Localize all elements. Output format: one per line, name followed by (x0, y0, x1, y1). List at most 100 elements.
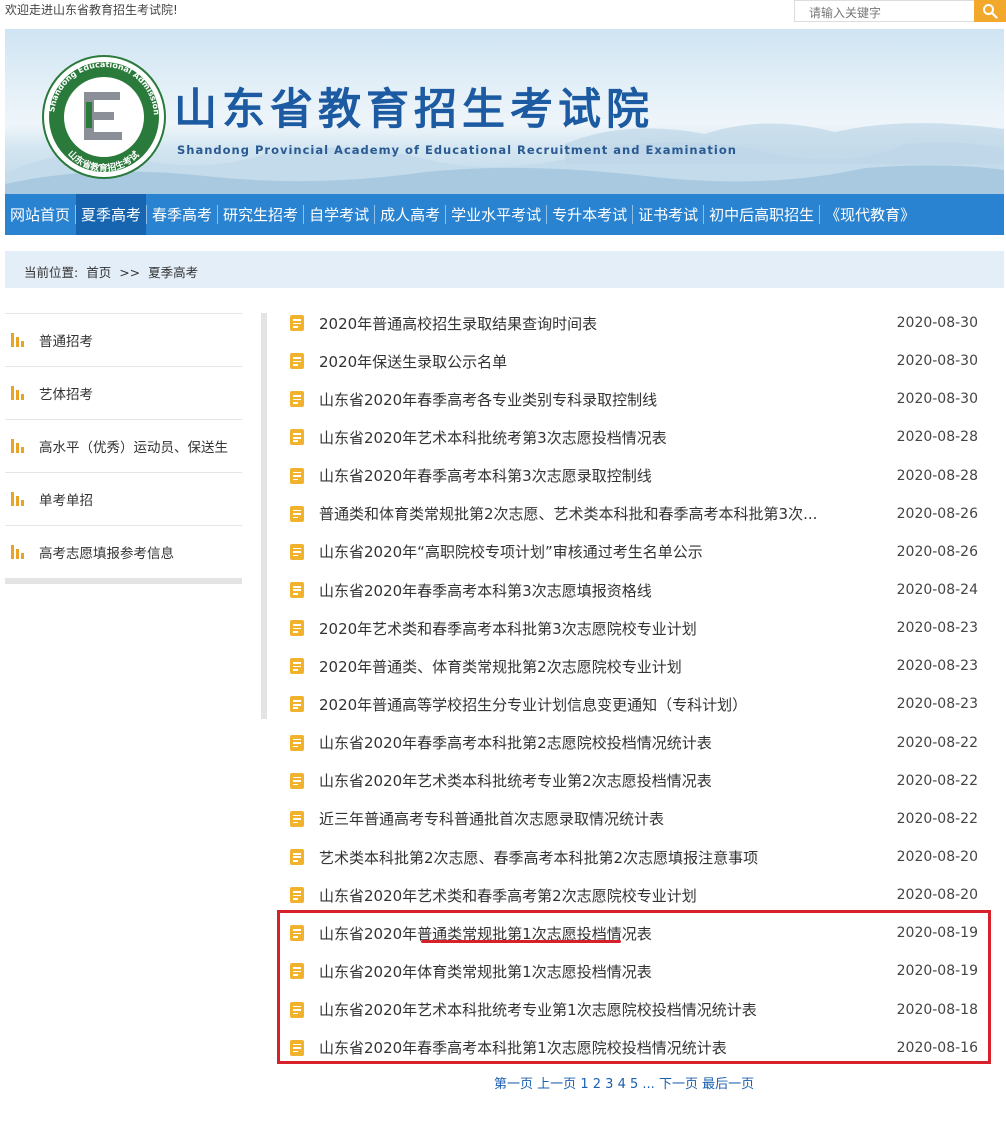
list-item[interactable]: 2020年保送生录取公示名单 2020-08-30 (279, 342, 991, 380)
nav-item[interactable]: 网站首页 (5, 194, 75, 235)
article-list: 2020年普通高校招生录取结果查询时间表 2020-08-30 2020年保送生录取… (279, 304, 991, 1067)
list-item[interactable]: 普通类和体育类常规批第2次志愿、艺术类本科批和春季高考本科批第3次... 2020… (279, 495, 991, 533)
sidebar-item[interactable]: 高考志愿填报参考信息 (5, 525, 242, 578)
list-item-title[interactable]: 2020年普通高等学校招生分专业计划信息变更通知（专科计划） (319, 694, 747, 715)
academy-logo: Shandong Educational Admission & Examina… (41, 54, 166, 179)
highlight-underline (421, 940, 621, 943)
list-item-title[interactable]: 山东省2020年春季高考本科批第1次志愿院校投档情况统计表 (319, 1037, 727, 1058)
list-item-date: 2020-08-24 (896, 582, 978, 599)
bar-chart-icon (11, 386, 27, 400)
list-item[interactable]: 山东省2020年艺术类和春季高考第2次志愿院校专业计划 2020-08-20 (279, 876, 991, 914)
list-item[interactable]: 2020年艺术类和春季高考本科批第3次志愿院校专业计划 2020-08-23 (279, 609, 991, 647)
list-item-title[interactable]: 山东省2020年艺术类和春季高考第2次志愿院校专业计划 (319, 885, 697, 906)
document-icon (290, 925, 304, 942)
list-item[interactable]: 山东省2020年“高职院校专项计划”审核通过考生名单公示 2020-08-26 (279, 533, 991, 571)
site-subtitle: Shandong Provincial Academy of Education… (177, 143, 737, 157)
search-input[interactable]: 请输入关键字 (794, 0, 974, 22)
document-icon (290, 315, 304, 331)
pager-first[interactable]: 第一页 (494, 1077, 533, 1092)
breadcrumb-current[interactable]: 夏季高考 (148, 265, 198, 280)
list-item[interactable]: 2020年普通高等学校招生分专业计划信息变更通知（专科计划） 2020-08-23 (279, 685, 991, 723)
nav-item[interactable]: 专升本考试 (547, 194, 632, 235)
list-item[interactable]: 山东省2020年春季高考本科第3次志愿录取控制线 2020-08-28 (279, 457, 991, 495)
document-icon (290, 391, 304, 408)
welcome-text: 欢迎走进山东省教育招生考试院! (5, 3, 178, 17)
list-item[interactable]: 山东省2020年艺术类本科批统考专业第2次志愿投档情况表 2020-08-22 (279, 762, 991, 800)
list-item-title[interactable]: 普通类和体育类常规批第2次志愿、艺术类本科批和春季高考本科批第3次... (319, 503, 817, 524)
list-item[interactable]: 近三年普通高考专科普通批首次志愿录取情况统计表 2020-08-22 (279, 800, 991, 838)
pager-last[interactable]: 最后一页 (702, 1077, 754, 1092)
list-item-title[interactable]: 山东省2020年体育类常规批第1次志愿投档情况表 (319, 961, 652, 982)
list-item-title[interactable]: 山东省2020年春季高考各专业类别专科录取控制线 (319, 389, 657, 410)
site-banner: Shandong Educational Admission & Examina… (5, 29, 1004, 194)
list-item[interactable]: 山东省2020年普通类常规批第1次志愿投档情况表 2020-08-19 (279, 914, 991, 952)
nav-item[interactable]: 初中后高职招生 (704, 194, 819, 235)
document-icon (290, 581, 304, 598)
breadcrumb-home[interactable]: 首页 (86, 265, 111, 280)
list-item-title[interactable]: 2020年艺术类和春季高考本科批第3次志愿院校专业计划 (319, 618, 697, 639)
list-item-date: 2020-08-19 (896, 925, 978, 942)
bar-chart-icon (11, 333, 27, 347)
pager-page-3[interactable]: 3 (605, 1077, 613, 1092)
document-icon (290, 429, 304, 446)
list-item-title[interactable]: 山东省2020年“高职院校专项计划”审核通过考生名单公示 (319, 541, 703, 562)
nav-item[interactable]: 夏季高考 (76, 194, 147, 235)
pager-page-2[interactable]: 2 (593, 1077, 601, 1092)
list-item[interactable]: 艺术类本科批第2次志愿、春季高考本科批第2次志愿填报注意事项 2020-08-20 (279, 838, 991, 876)
sidebar-bottom-bar (5, 578, 242, 584)
sidebar: 普通招考艺体招考高水平（优秀）运动员、保送生 单考单招 高考志愿填报参考信息 (5, 313, 242, 584)
sidebar-item[interactable]: 高水平（优秀）运动员、保送生 (5, 419, 242, 472)
list-item[interactable]: 山东省2020年春季高考各专业类别专科录取控制线 2020-08-30 (279, 380, 991, 418)
list-item-title[interactable]: 山东省2020年春季高考本科批第2志愿院校投档情况统计表 (319, 732, 712, 753)
list-item-title[interactable]: 2020年普通类、体育类常规批第2次志愿院校专业计划 (319, 656, 682, 677)
list-item-title[interactable]: 山东省2020年艺术本科批统考专业第1次志愿院校投档情况统计表 (319, 999, 757, 1020)
list-item[interactable]: 山东省2020年春季高考本科批第2志愿院校投档情况统计表 2020-08-22 (279, 724, 991, 762)
list-item-date: 2020-08-20 (896, 887, 978, 904)
nav-item[interactable]: 证书考试 (633, 194, 703, 235)
bar-chart-icon (11, 439, 27, 453)
sidebar-item-label: 艺体招考 (39, 387, 93, 403)
pager-page-4[interactable]: 4 (618, 1077, 626, 1092)
list-item[interactable]: 山东省2020年春季高考本科第3次志愿填报资格线 2020-08-24 (279, 571, 991, 609)
sidebar-item[interactable]: 单考单招 (5, 472, 242, 525)
pager-page-1[interactable]: 1 (580, 1077, 588, 1092)
list-item-title[interactable]: 2020年保送生录取公示名单 (319, 351, 507, 372)
pager-prev[interactable]: 上一页 (537, 1077, 576, 1092)
sidebar-divider (261, 313, 267, 719)
list-item-date: 2020-08-22 (896, 772, 978, 789)
list-item-date: 2020-08-23 (896, 658, 978, 675)
sidebar-item[interactable]: 艺体招考 (5, 366, 242, 419)
list-item-date: 2020-08-19 (896, 963, 978, 980)
list-item-date: 2020-08-30 (896, 353, 978, 370)
search-button[interactable] (974, 0, 1006, 22)
document-icon (290, 696, 304, 713)
pager-next[interactable]: 下一页 (659, 1077, 698, 1092)
pager-ellipsis: ... (642, 1077, 655, 1092)
breadcrumb-prefix: 当前位置: (24, 265, 79, 280)
nav-item[interactable]: 研究生招考 (218, 194, 303, 235)
list-item-title[interactable]: 近三年普通高考专科普通批首次志愿录取情况统计表 (319, 808, 664, 829)
nav-item[interactable]: 自学考试 (304, 194, 374, 235)
list-item-date: 2020-08-23 (896, 696, 978, 713)
list-item-title[interactable]: 山东省2020年艺术本科批统考第3次志愿投档情况表 (319, 427, 667, 448)
pager-page-5[interactable]: 5 (630, 1077, 638, 1092)
list-item-title[interactable]: 山东省2020年春季高考本科第3次志愿填报资格线 (319, 580, 652, 601)
list-item[interactable]: 山东省2020年艺术本科批统考专业第1次志愿院校投档情况统计表 2020-08-1… (279, 991, 991, 1029)
list-item-title[interactable]: 2020年普通高校招生录取结果查询时间表 (319, 313, 597, 334)
document-icon (290, 658, 304, 675)
main-nav: 网站首页 夏季高考 春季高考 研究生招考 自学考试 成人高考 学业水平考试 专升本考试 证书考试… (5, 194, 1004, 235)
nav-item[interactable]: 春季高考 (147, 194, 217, 235)
nav-item[interactable]: 学业水平考试 (446, 194, 546, 235)
list-item[interactable]: 2020年普通高校招生录取结果查询时间表 2020-08-30 (279, 304, 991, 342)
sidebar-item[interactable]: 普通招考 (5, 313, 242, 366)
list-item-title[interactable]: 山东省2020年春季高考本科第3次志愿录取控制线 (319, 465, 652, 486)
list-item[interactable]: 山东省2020年体育类常规批第1次志愿投档情况表 2020-08-19 (279, 952, 991, 990)
list-item-title[interactable]: 山东省2020年艺术类本科批统考专业第2次志愿投档情况表 (319, 770, 712, 791)
nav-item[interactable]: 成人高考 (375, 194, 445, 235)
list-item[interactable]: 山东省2020年艺术本科批统考第3次志愿投档情况表 2020-08-28 (279, 418, 991, 456)
list-item-title[interactable]: 艺术类本科批第2次志愿、春季高考本科批第2次志愿填报注意事项 (319, 847, 758, 868)
list-item[interactable]: 2020年普通类、体育类常规批第2次志愿院校专业计划 2020-08-23 (279, 647, 991, 685)
list-item-date: 2020-08-26 (896, 505, 978, 522)
list-item[interactable]: 山东省2020年春季高考本科批第1次志愿院校投档情况统计表 2020-08-16 (279, 1029, 991, 1067)
nav-item[interactable]: 《现代教育》 (820, 194, 920, 235)
